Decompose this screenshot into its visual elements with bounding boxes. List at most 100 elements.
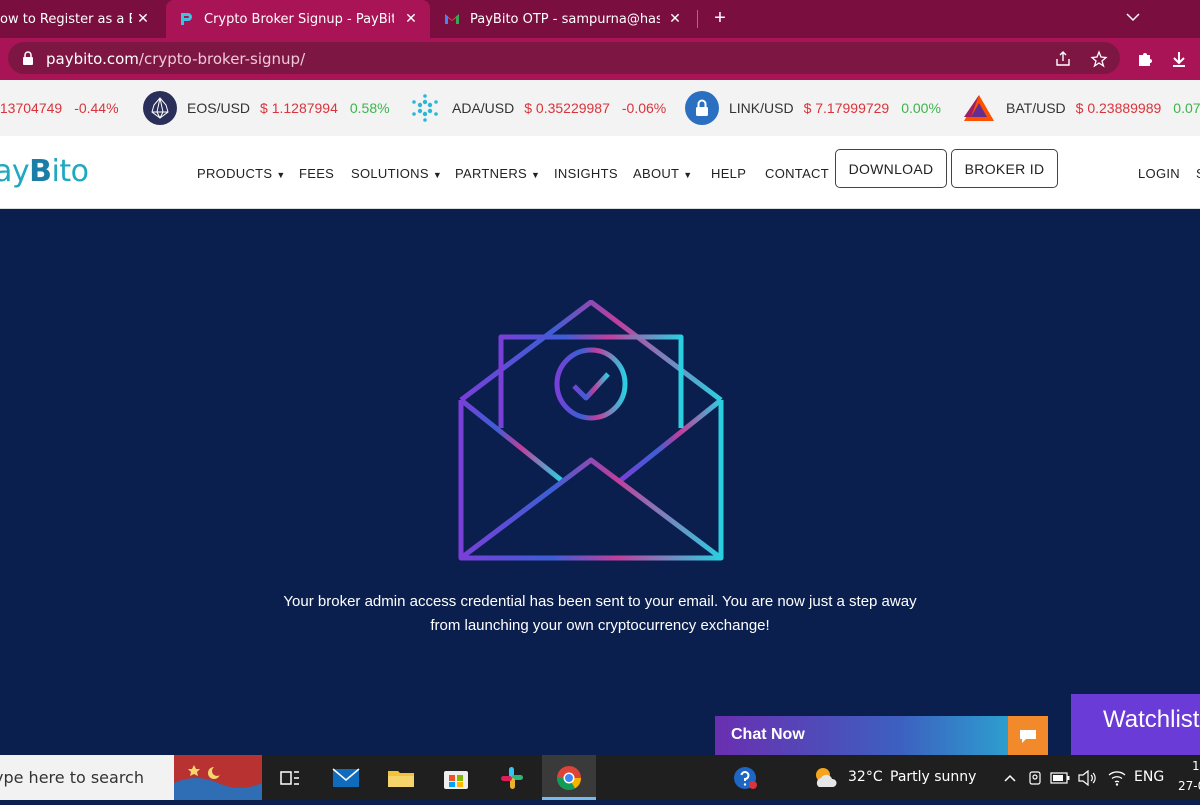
- close-tab-icon[interactable]: ✕: [666, 10, 684, 28]
- search-highlight-image[interactable]: [174, 755, 262, 800]
- help-icon[interactable]: [730, 763, 760, 793]
- paybito-favicon-icon: [181, 13, 192, 25]
- ticker-change: 0.00%: [901, 100, 941, 116]
- wifi-icon[interactable]: [1102, 763, 1132, 793]
- nav-label: CONTACT: [765, 166, 829, 181]
- download-button[interactable]: DOWNLOAD: [835, 149, 947, 188]
- ticker-change: 0.07%: [1173, 100, 1200, 116]
- chat-now-widget[interactable]: Chat Now: [715, 716, 1048, 755]
- envelope-check-icon: [458, 300, 724, 561]
- nav-products[interactable]: PRODUCTS ▼: [197, 166, 286, 181]
- nav-partners[interactable]: PARTNERS ▼: [455, 166, 540, 181]
- language-indicator[interactable]: ENG: [1134, 769, 1164, 785]
- clock-time[interactable]: 1: [1192, 759, 1200, 773]
- chat-now-label: Chat Now: [731, 726, 805, 743]
- ticker-item[interactable]: EOS/USD $ 1.1287994 0.58%: [143, 80, 402, 136]
- clock-date[interactable]: 27-0: [1178, 779, 1200, 793]
- browser-tab-broker-signup[interactable]: Crypto Broker Signup - PayBito ✕: [166, 0, 430, 38]
- url-path: /crypto-broker-signup/: [138, 50, 306, 68]
- weather-temp[interactable]: 32°C: [848, 769, 883, 785]
- broker-id-button[interactable]: BROKER ID: [951, 149, 1058, 188]
- browser-tab-gmail-otp[interactable]: PayBito OTP - sampurna@hashcas ✕: [432, 0, 694, 38]
- ticker-change: -0.06%: [621, 100, 667, 116]
- url-text[interactable]: paybito.com/crypto-broker-signup/: [46, 50, 305, 68]
- confirmation-section: Your broker admin access credential has …: [0, 210, 1200, 755]
- share-icon[interactable]: [1054, 50, 1072, 68]
- nav-about[interactable]: ABOUT ▼: [633, 166, 693, 181]
- browser-tab-register-guide[interactable]: ow to Register as a Bro ✕: [0, 0, 162, 38]
- ticker-item[interactable]: BAT/USD $ 0.23889989 0.07%: [962, 80, 1200, 136]
- site-navbar: ayBito PRODUCTS ▼ FEES SOLUTIONS ▼ PARTNER…: [0, 136, 1200, 209]
- volume-icon[interactable]: [1072, 763, 1102, 793]
- close-tab-icon[interactable]: ✕: [134, 10, 152, 28]
- ticker-item[interactable]: LINK/USD $ 7.17999729 0.00%: [685, 80, 953, 136]
- nav-label: HELP: [711, 166, 747, 181]
- url-host: paybito.com: [46, 50, 139, 68]
- browser-tab-strip: ow to Register as a Bro ✕ Crypto Broker …: [0, 0, 1200, 38]
- mail-app-icon[interactable]: [331, 763, 361, 793]
- chat-bubble-icon[interactable]: [1008, 716, 1048, 755]
- price-ticker: .13704749 -0.44% EOS/USD $ 1.1287994 0.5…: [0, 80, 1200, 136]
- nav-label: ABOUT: [633, 166, 680, 181]
- close-tab-icon[interactable]: ✕: [402, 10, 420, 28]
- nav-contact[interactable]: CONTACT: [765, 166, 829, 181]
- ticker-pair: LINK/USD: [729, 100, 794, 116]
- caret-down-icon: ▼: [683, 170, 693, 180]
- watchlist-button[interactable]: Watchlist: [1071, 694, 1200, 755]
- new-tab-button[interactable]: +: [708, 6, 732, 30]
- nav-label: PARTNERS: [455, 166, 527, 181]
- ticker-change: -0.44%: [74, 100, 119, 116]
- ticker-pair: BAT/USD: [1006, 100, 1066, 116]
- nav-label: INSIGHTS: [554, 166, 618, 181]
- battery-icon[interactable]: [1045, 763, 1075, 793]
- nav-label: PRODUCTS: [197, 166, 273, 181]
- nav-solutions[interactable]: SOLUTIONS ▼: [351, 166, 442, 181]
- weather-partly-sunny-icon[interactable]: [811, 763, 841, 793]
- ticker-price: $ 0.23889989: [1075, 100, 1162, 116]
- extensions-puzzle-icon[interactable]: [1136, 50, 1154, 68]
- ticker-price: .13704749: [0, 100, 63, 116]
- logo-text: ay: [0, 154, 30, 189]
- ticker-item[interactable]: .13704749 -0.44%: [0, 80, 131, 136]
- signup-link[interactable]: S: [1196, 166, 1200, 181]
- microsoft-store-icon[interactable]: [441, 763, 471, 793]
- ticker-pair: ADA/USD: [452, 100, 515, 116]
- task-view-icon[interactable]: [275, 763, 305, 793]
- ticker-change: 0.58%: [349, 100, 390, 116]
- slack-icon[interactable]: [497, 763, 527, 793]
- login-link[interactable]: LOGIN: [1138, 166, 1180, 181]
- logo-text-tail: ito: [51, 154, 89, 189]
- weather-description[interactable]: Partly sunny: [890, 769, 976, 785]
- chevron-down-icon[interactable]: [1124, 8, 1142, 26]
- message-line: from launching your own cryptocurrency e…: [430, 617, 770, 634]
- paybito-logo[interactable]: ayBito: [0, 154, 89, 189]
- download-icon[interactable]: [1170, 50, 1188, 68]
- nav-label: FEES: [299, 166, 335, 181]
- bookmark-star-icon[interactable]: [1090, 50, 1108, 68]
- ticker-price: $ 7.17999729: [803, 100, 890, 116]
- file-explorer-icon[interactable]: [386, 763, 416, 793]
- nav-fees[interactable]: FEES: [299, 166, 334, 181]
- ticker-price: $ 1.1287994: [260, 100, 338, 116]
- lock-icon[interactable]: [22, 51, 34, 65]
- eos-icon: [143, 91, 177, 125]
- confirmation-message: Your broker admin access credential has …: [200, 590, 1000, 638]
- caret-down-icon: ▼: [432, 170, 443, 180]
- taskbar-search-box[interactable]: ype here to search: [0, 755, 174, 800]
- ada-icon: [408, 91, 442, 125]
- address-bar[interactable]: paybito.com/crypto-broker-signup/: [8, 42, 1120, 74]
- chrome-icon[interactable]: [554, 763, 584, 793]
- windows-taskbar: ype here to search 32°C Partly sunny ENG…: [0, 755, 1200, 800]
- logo-text-b: B: [29, 154, 52, 189]
- nav-label: SOLUTIONS: [351, 166, 429, 181]
- caret-down-icon: ▼: [276, 170, 286, 180]
- nav-help[interactable]: HELP: [711, 166, 746, 181]
- message-line: Your broker admin access credential has …: [283, 593, 917, 610]
- address-bar-row: paybito.com/crypto-broker-signup/: [0, 38, 1200, 80]
- caret-down-icon: ▼: [531, 170, 541, 180]
- ticker-pair: EOS/USD: [187, 100, 251, 116]
- gmail-icon: [445, 14, 459, 24]
- ticker-item[interactable]: ADA/USD $ 0.35229987 -0.06%: [408, 80, 678, 136]
- nav-insights[interactable]: INSIGHTS: [554, 166, 618, 181]
- tab-title: PayBito OTP - sampurna@hashcas: [470, 11, 660, 27]
